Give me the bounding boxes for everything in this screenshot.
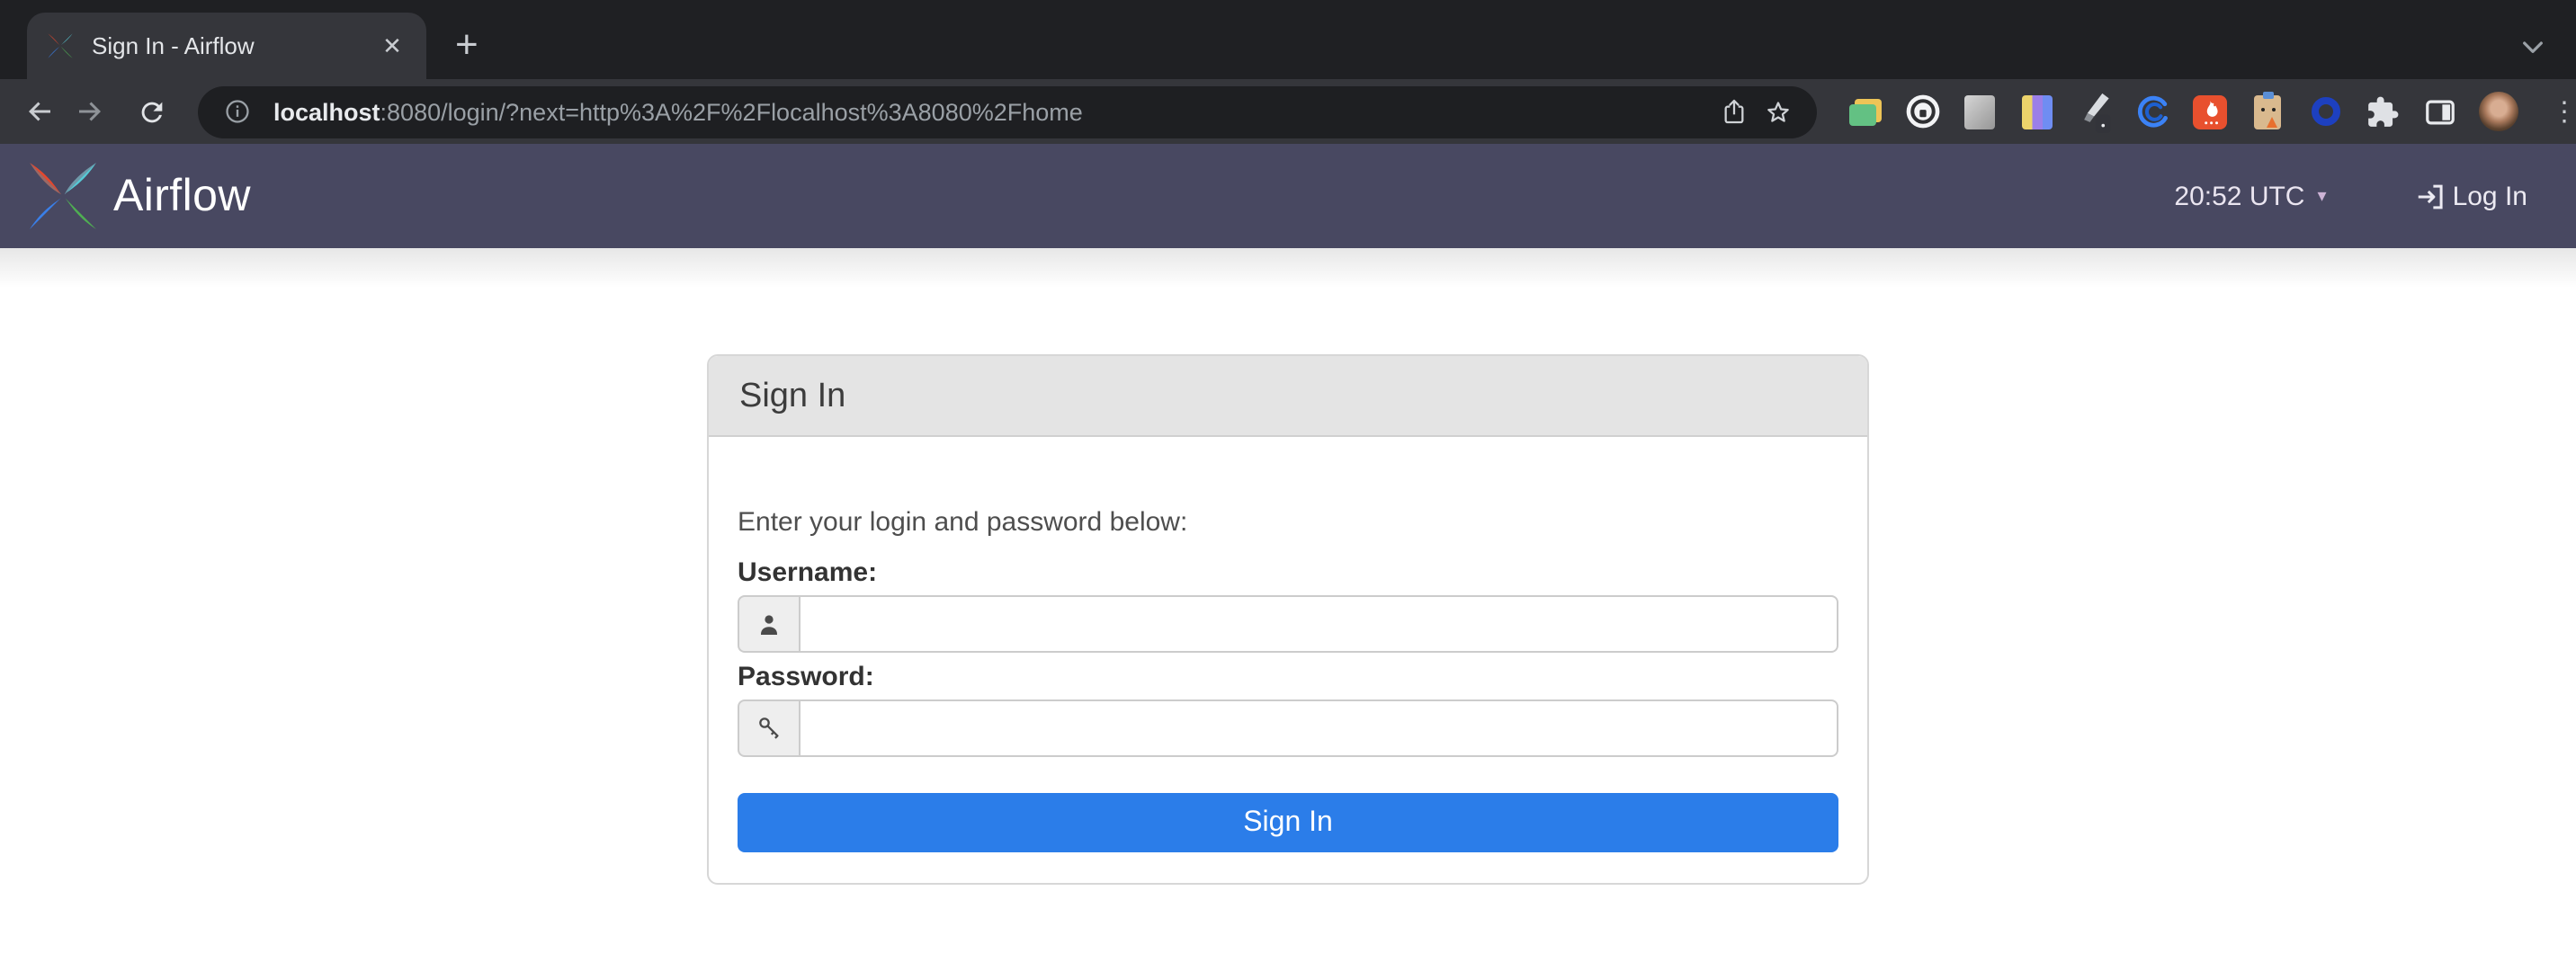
airflow-brand[interactable]: Airflow [25, 158, 251, 234]
blue-c-extension-icon[interactable] [2130, 89, 2175, 134]
share-icon [1724, 99, 1744, 124]
page-content: Sign In Enter your login and password be… [0, 354, 2576, 885]
airflow-brand-label: Airflow [113, 170, 251, 220]
password-label: Password: [738, 662, 874, 692]
clock-label: 20:52 UTC [2174, 181, 2305, 211]
extensions-area: ⋮ [1842, 89, 2576, 134]
gray-square-extension-icon[interactable] [1957, 89, 2002, 134]
password-input[interactable] [799, 699, 1838, 757]
signin-submit-button[interactable]: Sign In [738, 793, 1838, 852]
username-addon [738, 595, 799, 653]
panel-title: Sign In [709, 356, 1867, 437]
signin-form: Enter your login and password below: Use… [709, 437, 1867, 883]
password-addon [738, 699, 799, 757]
browser-toolbar: localhost:8080/login/?next=http%3A%2F%2F… [0, 79, 2576, 144]
username-input-group [738, 595, 1838, 653]
bookmark-star-icon [1767, 101, 1788, 121]
forward-arrow-icon [79, 102, 101, 121]
browser-tab[interactable]: Sign In - Airflow ✕ [27, 13, 426, 79]
share-button[interactable] [1713, 90, 1756, 133]
signin-panel: Sign In Enter your login and password be… [707, 354, 1869, 885]
highlighter-pen-extension-icon[interactable] [2072, 89, 2117, 134]
browser-menu-button[interactable]: ⋮ [2551, 95, 2576, 128]
navbar-login-link[interactable]: Log In [2415, 179, 2527, 213]
airflow-navbar: Airflow 20:52 UTC ▾ Log In [0, 144, 2576, 248]
reload-icon [140, 101, 162, 122]
forward-button[interactable] [65, 86, 115, 137]
reload-button[interactable] [126, 86, 176, 137]
address-bar[interactable]: localhost:8080/login/?next=http%3A%2F%2F… [198, 85, 1817, 138]
login-label: Log In [2452, 181, 2527, 211]
username-label: Username: [738, 557, 878, 588]
url-host: localhost [273, 98, 380, 125]
tab-title: Sign In - Airflow [92, 32, 255, 59]
tab-strip: Sign In - Airflow ✕ + [0, 0, 2576, 79]
url-path: :8080/login/?next=http%3A%2F%2Flocalhost… [380, 98, 1083, 125]
back-button[interactable] [14, 86, 65, 137]
browser-window: Sign In - Airflow ✕ + localhost:8080/log… [0, 0, 2576, 980]
back-arrow-icon [29, 102, 50, 121]
sign-in-icon [2419, 183, 2444, 209]
flame-extension-icon[interactable] [2187, 89, 2232, 134]
user-icon [761, 614, 777, 634]
caret-down-icon: ▾ [2317, 186, 2327, 206]
blue-ring-extension-icon[interactable] [2303, 89, 2348, 134]
airflow-favicon-icon [48, 33, 73, 58]
robot-clipboard-extension-icon[interactable] [2245, 89, 2290, 134]
profile-avatar[interactable] [2475, 89, 2520, 134]
password-manager-extension-icon[interactable] [1900, 89, 1945, 134]
site-info-icon[interactable] [216, 90, 259, 133]
page-top-gradient [0, 248, 2576, 288]
airflow-pinwheel-logo-icon [30, 163, 96, 229]
folder-extension-icon[interactable] [1842, 89, 1887, 134]
password-input-group [738, 699, 1838, 757]
bookmark-button[interactable] [1756, 90, 1799, 133]
new-tab-button[interactable]: + [455, 22, 479, 68]
striped-notes-extension-icon[interactable] [2015, 89, 2060, 134]
form-instruction: Enter your login and password below: [738, 507, 1188, 538]
side-panel-icon[interactable] [2418, 89, 2463, 134]
key-icon [758, 717, 778, 739]
extensions-puzzle-icon[interactable] [2360, 89, 2405, 134]
tab-search-chevron-icon[interactable] [2518, 32, 2547, 61]
username-input[interactable] [799, 595, 1838, 653]
close-tab-icon[interactable]: ✕ [376, 30, 408, 62]
url-text[interactable]: localhost:8080/login/?next=http%3A%2F%2F… [273, 98, 1713, 125]
clock-dropdown[interactable]: 20:52 UTC ▾ [2174, 181, 2326, 211]
